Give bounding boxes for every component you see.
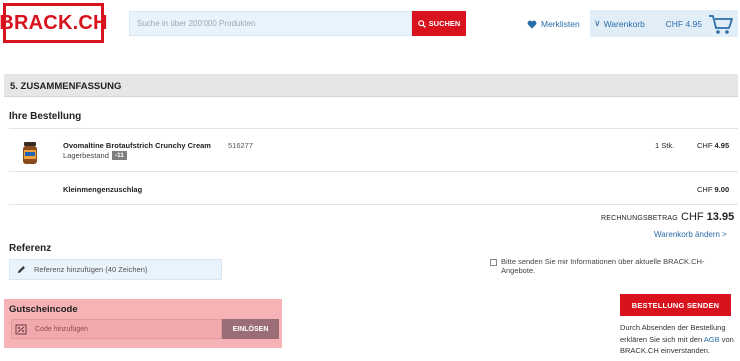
newsletter-checkbox[interactable] <box>490 259 497 266</box>
total-amount: 13.95 <box>706 211 735 223</box>
cart-total: CHF 4.95 <box>665 18 702 29</box>
product-currency: CHF <box>697 141 713 150</box>
voucher-icon <box>15 324 27 334</box>
pencil-icon <box>17 266 25 274</box>
jar-icon <box>23 142 37 164</box>
product-stock: Lagerbestand -11 <box>63 151 127 160</box>
search-button-label: SUCHEN <box>428 19 461 28</box>
change-cart-link[interactable]: Warenkorb ändern > <box>654 230 727 239</box>
search-button[interactable]: SUCHEN <box>412 11 466 36</box>
total-label: RECHNUNGSBETRAG <box>601 215 678 222</box>
reference-input[interactable]: Referenz hinzufügen (40 Zeichen) <box>9 259 222 280</box>
surcharge-name: Kleinmengenzuschlag <box>63 185 143 194</box>
article-number: 516277 <box>228 141 254 150</box>
total-currency: CHF <box>681 211 704 223</box>
voucher-heading: Gutscheincode <box>9 304 78 315</box>
search-icon <box>417 19 426 28</box>
divider <box>9 128 738 129</box>
brack-logo[interactable]: BRACK.CH <box>0 3 107 43</box>
cart-label: Warenkorb <box>603 18 645 29</box>
cart-button[interactable]: ∨ Warenkorb CHF 4.95 <box>590 10 738 37</box>
order-heading: Ihre Bestellung <box>9 111 82 122</box>
product-price: CHF 4.95 <box>697 141 729 150</box>
product-quantity: 1 Stk. <box>655 141 675 150</box>
search-placeholder: Suche in über 200'000 Produkten <box>137 19 256 28</box>
wishlist-label: Merklisten <box>541 19 580 29</box>
divider <box>9 204 738 205</box>
product-image[interactable] <box>21 141 39 165</box>
newsletter-label: Bitte senden Sie mir Informationen über … <box>501 257 705 275</box>
section-title: 5. ZUSAMMENFASSUNG <box>4 74 738 97</box>
search-input[interactable]: Suche in über 200'000 Produkten <box>129 11 412 36</box>
send-order-button[interactable]: BESTELLUNG SENDEN <box>620 294 731 316</box>
heart-icon <box>527 20 537 29</box>
terms-link[interactable]: AGB <box>704 335 720 344</box>
logo-text: BRACK.CH <box>0 11 108 34</box>
voucher-placeholder: Code hinzufügen <box>35 325 88 333</box>
stock-badge: -11 <box>111 151 127 160</box>
stock-label: Lagerbestand <box>63 151 109 160</box>
surcharge-price: CHF 9.00 <box>697 185 729 194</box>
product-amount: 4.95 <box>714 141 730 150</box>
voucher-code-input[interactable]: Code hinzufügen <box>11 319 222 339</box>
reference-placeholder: Referenz hinzufügen (40 Zeichen) <box>34 265 148 274</box>
chevron-down-icon: ∨ <box>594 18 601 28</box>
surcharge-currency: CHF <box>697 185 713 194</box>
reference-heading: Referenz <box>9 243 52 254</box>
wishlist-link[interactable]: Merklisten <box>527 16 580 32</box>
redeem-button[interactable]: EINLÖSEN <box>222 319 279 339</box>
divider <box>9 171 738 172</box>
product-name[interactable]: Ovomaltine Brotaufstrich Crunchy Cream <box>63 141 211 150</box>
terms-note: Durch Absenden der Bestellung erklären S… <box>620 322 735 357</box>
newsletter-option[interactable]: Bitte senden Sie mir Informationen über … <box>490 257 715 275</box>
cart-icon <box>709 14 733 34</box>
total-value: CHF 13.95 <box>681 211 734 223</box>
surcharge-amount: 9.00 <box>714 185 730 194</box>
